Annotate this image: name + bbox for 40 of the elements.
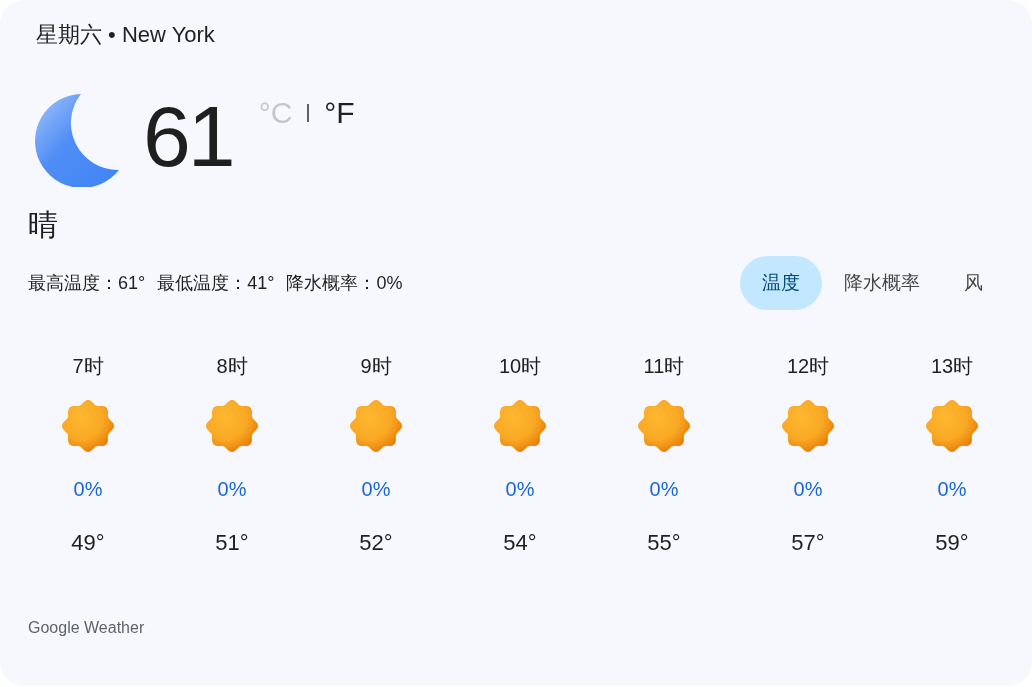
hour-temperature: 54°: [503, 529, 537, 557]
sun-icon: [350, 400, 402, 452]
hour-label: 13时: [930, 354, 974, 379]
sun-icon: [638, 400, 690, 452]
hour-label: 12时: [786, 354, 830, 379]
hour-temperature: 59°: [935, 529, 969, 557]
sun-icon: [62, 400, 114, 452]
hour-temperature: 52°: [359, 529, 393, 557]
hour-label: 10时: [498, 354, 542, 379]
hour-temperature: 57°: [791, 529, 825, 557]
precipitation-text: 0%: [793, 477, 823, 502]
hour-label: 8时: [216, 354, 248, 379]
stat-text: 最低温度：41°: [157, 272, 275, 295]
hour-label: 11时: [643, 354, 685, 379]
unit-toggle[interactable]: °F: [324, 96, 355, 130]
precipitation-text: 0%: [649, 477, 679, 502]
precipitation-text: 0%: [361, 477, 391, 502]
sun-icon: [782, 400, 834, 452]
tab[interactable]: 降水概率: [822, 256, 942, 310]
source-label: Google Weather: [28, 618, 145, 638]
stat-text: 最高温度：61°: [28, 272, 146, 295]
hour-label: 9时: [360, 354, 392, 379]
tab[interactable]: 风: [942, 256, 1005, 310]
precipitation-text: 0%: [217, 477, 247, 502]
condition-text: 晴: [28, 207, 58, 243]
tab[interactable]: 温度: [740, 256, 822, 310]
hour-temperature: 51°: [215, 529, 249, 557]
location-title: 星期六 • New York: [36, 21, 215, 49]
stat-text: 降水概率：0%: [286, 272, 403, 295]
hour-temperature: 55°: [647, 529, 681, 557]
precipitation-text: 0%: [505, 477, 535, 502]
hour-temperature: 49°: [71, 529, 105, 557]
current-temperature: 61: [143, 93, 233, 179]
precipitation-text: 0%: [73, 477, 103, 502]
sun-icon: [206, 400, 258, 452]
sun-icon: [494, 400, 546, 452]
hour-label: 7时: [72, 354, 104, 379]
sun-icon: [926, 400, 978, 452]
moon-icon: [35, 93, 121, 187]
precipitation-text: 0%: [937, 477, 967, 502]
